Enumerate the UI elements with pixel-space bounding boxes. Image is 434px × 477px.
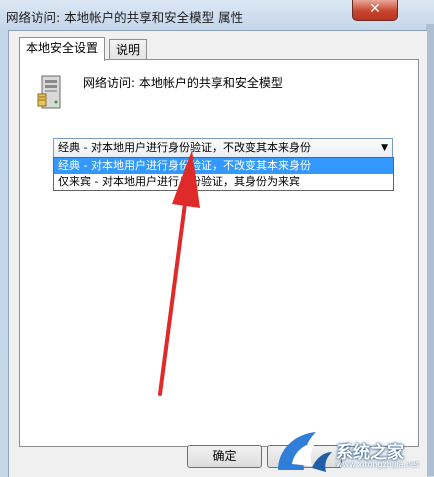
ok-button[interactable]: 确定	[187, 445, 262, 468]
option-classic[interactable]: 经典 - 对本地用户进行身份验证，不改变其本来身份	[54, 158, 393, 174]
tab-local-security-setting[interactable]: 本地安全设置	[19, 37, 106, 61]
chevron-down-icon[interactable]: ▼	[381, 139, 388, 157]
watermark-logo-icon	[278, 432, 332, 472]
window-edge	[426, 24, 434, 476]
tab-explain[interactable]: 说明	[109, 39, 148, 60]
policy-title: 网络访问: 本地帐户的共享和安全模型	[83, 76, 283, 90]
tab-panel: 网络访问: 本地帐户的共享和安全模型 经典 - 对本地用户进行身份验证，不改变其…	[19, 59, 419, 447]
window-title: 网络访问: 本地帐户的共享和安全模型 属性	[6, 10, 244, 25]
server-icon	[37, 75, 61, 109]
close-button[interactable]: ✕	[352, 0, 398, 21]
dialog-client-area: 本地安全设置 说明 网络访问: 本地帐户的共享和安全模型 经典 - 对本地用户进…	[8, 30, 427, 477]
security-model-combobox[interactable]: 经典 - 对本地用户进行身份验证，不改变其本来身份 ▼	[53, 138, 393, 158]
watermark-url: www.xitongzhijia.net	[336, 460, 420, 469]
properties-window: 网络访问: 本地帐户的共享和安全模型 属性 ✕ 本地安全设置 说明 网络访问: …	[0, 0, 434, 477]
option-guest-only[interactable]: 仅来宾 - 对本地用户进行身份验证，其身份为来宾	[54, 174, 393, 190]
combo-selected-value: 经典 - 对本地用户进行身份验证，不改变其本来身份	[58, 141, 311, 154]
combo-dropdown-list: 经典 - 对本地用户进行身份验证，不改变其本来身份 仅来宾 - 对本地用户进行身…	[53, 157, 394, 191]
